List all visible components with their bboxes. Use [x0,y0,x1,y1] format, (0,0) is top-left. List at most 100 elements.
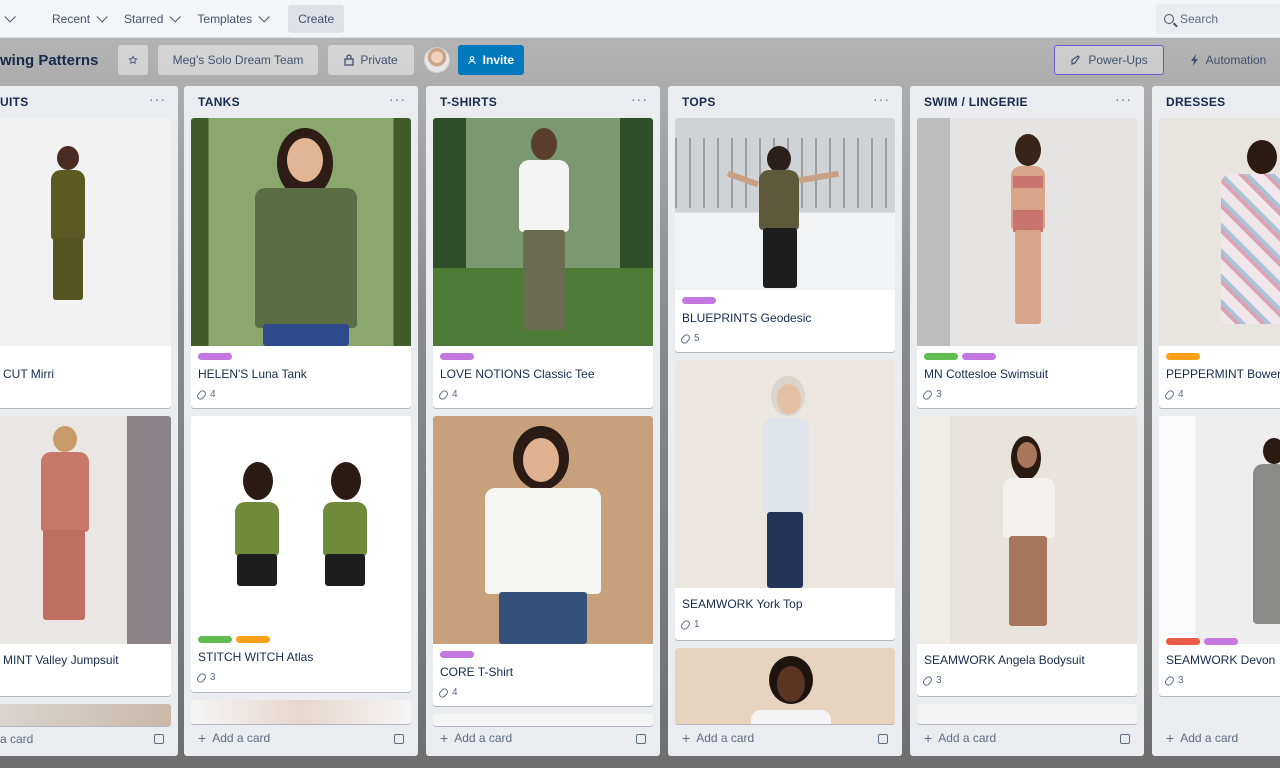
list-title: UITS [0,95,29,109]
board-title[interactable]: wing Patterns [0,52,110,69]
list-card[interactable]: HELEN'S Luna Tank 4 [191,118,411,408]
label-orange [236,636,270,643]
list-tops: TOPS ··· BLUEPRINTS Geodesic 5 SEAMWORK … [668,86,902,756]
list-card[interactable]: SEAMWORK Angela Bodysuit 3 [917,416,1137,696]
card-cover-image [0,416,171,644]
add-card-button[interactable]: + Add a card [1166,730,1238,746]
list-card[interactable] [433,714,653,726]
card-title: BLUEPRINTS Geodesic [682,311,812,325]
card-labels [924,353,996,360]
card-template-icon[interactable] [154,734,164,744]
rocket-icon [1071,55,1081,65]
add-card-button[interactable]: + Add a card [682,730,754,746]
card-cover-image [675,648,895,724]
card-title: MINT Valley Jumpsuit [3,653,119,667]
add-card-label: Add a card [454,731,513,745]
list-card[interactable] [675,648,895,724]
starred-dropdown[interactable]: Starred [114,5,187,33]
list-card[interactable] [191,700,411,724]
visibility-label: Private [360,53,398,67]
card-template-icon[interactable] [1120,734,1130,744]
card-cover-image [675,118,895,290]
list-card[interactable]: CORE T-Shirt 4 [433,416,653,706]
card-cover-image [191,416,411,630]
list-card[interactable]: LOVE NOTIONS Classic Tee 4 [433,118,653,408]
bolt-icon [1190,54,1198,66]
list-card[interactable]: STITCH WITCH Atlas 3 [191,416,411,692]
card-cover-image [0,704,171,726]
automation-button[interactable]: Automation [1168,45,1280,75]
add-card-button[interactable]: a card [0,732,33,746]
recent-dropdown[interactable]: Recent [42,5,114,33]
card-cover-image [917,416,1137,644]
list-menu-button[interactable]: ··· [631,91,648,107]
add-card-label: a card [0,732,34,746]
recent-label: Recent [52,11,91,26]
paperclip-icon [437,388,450,401]
list-swim-lingerie: SWIM / LINGERIE ··· MN Cottesloe Swimsui… [910,86,1144,756]
card-template-icon[interactable] [878,734,888,744]
plus-icon: + [682,730,691,746]
list-menu-button[interactable]: ··· [1115,91,1132,107]
label-green [924,353,958,360]
search-input[interactable]: Search [1156,4,1280,34]
list-menu-button[interactable]: ··· [149,91,166,107]
list-card[interactable]: MN Cottesloe Swimsuit 3 [917,118,1137,408]
list-card[interactable]: PEPPERMINT Bower 4 [1159,118,1280,408]
paperclip-icon [195,671,208,684]
list-card[interactable]: CUT Mirri [0,118,171,408]
label-red [1166,638,1200,645]
templates-dropdown[interactable]: Templates [187,5,276,33]
card-title: PEPPERMINT Bower [1166,367,1280,381]
card-cover-image [433,118,653,346]
card-title: SEAMWORK Angela Bodysuit [924,653,1085,667]
attachments-badge: 4 [437,686,458,699]
label-purple [682,297,716,304]
chevron-down-icon [96,10,108,23]
attachments-badge: 1 [679,618,700,631]
card-cover-image [433,714,653,726]
invite-button[interactable]: Invite [458,45,524,75]
list-menu-button[interactable]: ··· [873,91,890,107]
attachments-badge: 5 [679,332,700,345]
plus-icon: + [924,730,933,746]
card-labels [198,353,232,360]
nav-hidden-dropdown[interactable] [0,5,22,33]
add-card-button[interactable]: + Add a card [440,730,512,746]
visibility-button[interactable]: Private [328,45,414,75]
paperclip-icon [437,686,450,699]
card-title: MN Cottesloe Swimsuit [924,367,1049,381]
plus-icon: + [198,730,207,746]
team-button[interactable]: Meg's Solo Dream Team [158,45,318,75]
list-card[interactable]: SEAMWORK Devon 3 [1159,416,1280,696]
card-title: LOVE NOTIONS Classic Tee [440,367,595,381]
top-nav: Recent Starred Templates Create Search [0,0,1280,38]
add-card-button[interactable]: + Add a card [198,730,270,746]
powerups-button[interactable]: Power-Ups [1054,45,1164,75]
list-card[interactable] [917,704,1137,724]
card-cover-image [191,118,411,346]
list-title: TOPS [682,95,716,109]
star-icon [128,55,138,65]
star-button[interactable] [118,45,148,75]
add-card-button[interactable]: + Add a card [924,730,996,746]
add-card-label: Add a card [1180,731,1239,745]
attachments-count: 3 [936,675,942,686]
create-button[interactable]: Create [288,4,345,33]
label-purple [198,353,232,360]
list-menu-button[interactable]: ··· [389,91,406,107]
list-card[interactable]: SEAMWORK York Top 1 [675,360,895,640]
card-template-icon[interactable] [394,734,404,744]
add-card-label: Add a card [212,731,271,745]
avatar[interactable] [424,47,450,73]
automation-label: Automation [1205,53,1267,67]
card-template-icon[interactable] [636,734,646,744]
list-dresses: DRESSES PEPPERMINT Bower 4 SEAMWORK Devo… [1152,86,1280,756]
list-card[interactable]: BLUEPRINTS Geodesic 5 [675,118,895,352]
list-card[interactable]: MINT Valley Jumpsuit [0,416,171,696]
card-cover-image [675,360,895,588]
card-title: SEAMWORK Devon [1166,653,1276,667]
add-card-label: Add a card [938,731,997,745]
list-card[interactable] [0,704,171,726]
card-cover-image [917,704,1137,724]
